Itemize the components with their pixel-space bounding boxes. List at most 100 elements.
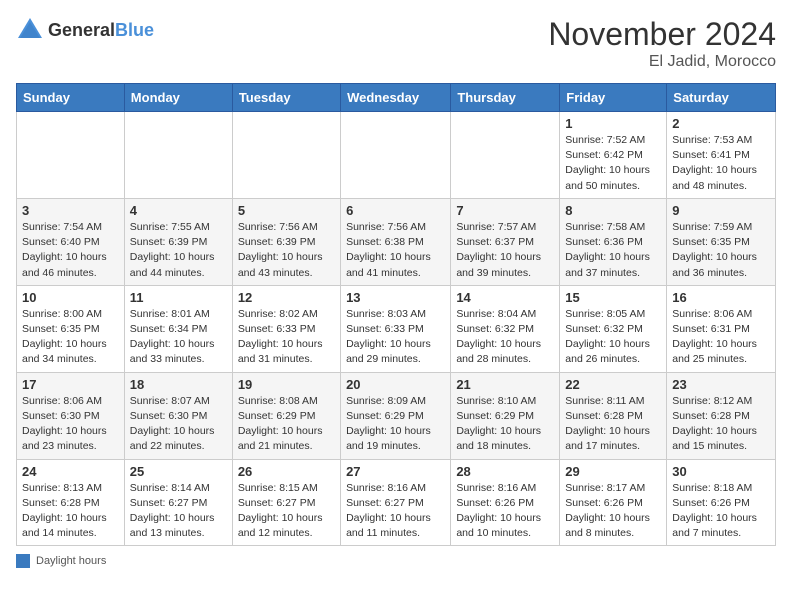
- calendar-header: SundayMondayTuesdayWednesdayThursdayFrid…: [17, 84, 776, 112]
- calendar-cell: 21 Sunrise: 8:10 AM Sunset: 6:29 PM Dayli…: [451, 372, 560, 459]
- logo-blue: Blue: [115, 20, 154, 40]
- header-day-monday: Monday: [124, 84, 232, 112]
- day-number: 12: [238, 290, 335, 305]
- day-number: 26: [238, 464, 335, 479]
- day-number: 20: [346, 377, 445, 392]
- calendar-cell: 9 Sunrise: 7:59 AM Sunset: 6:35 PM Daylig…: [667, 198, 776, 285]
- legend-label: Daylight hours: [36, 555, 106, 567]
- day-number: 4: [130, 203, 227, 218]
- calendar-cell: 6Sunrise: 7:56 AM Sunset: 6:38 PM Daylig…: [341, 198, 451, 285]
- day-number: 19: [238, 377, 335, 392]
- header-day-friday: Friday: [560, 84, 667, 112]
- day-number: 24: [22, 464, 119, 479]
- day-number: 3: [22, 203, 119, 218]
- day-info: Sunrise: 7:58 AM Sunset: 6:36 PM Dayligh…: [565, 220, 661, 281]
- calendar-cell: 11 Sunrise: 8:01 AM Sunset: 6:34 PM Dayli…: [124, 285, 232, 372]
- day-info: Sunrise: 8:08 AM Sunset: 6:29 PM Dayligh…: [238, 394, 335, 455]
- day-number: 5: [238, 203, 335, 218]
- day-info: Sunrise: 8:07 AM Sunset: 6:30 PM Dayligh…: [130, 394, 227, 455]
- day-info: Sunrise: 8:18 AM Sunset: 6:26 PM Dayligh…: [672, 481, 770, 542]
- calendar-cell: 23 Sunrise: 8:12 AM Sunset: 6:28 PM Dayli…: [667, 372, 776, 459]
- calendar-cell: [341, 112, 451, 199]
- header-day-saturday: Saturday: [667, 84, 776, 112]
- calendar-cell: [451, 112, 560, 199]
- header-day-tuesday: Tuesday: [232, 84, 340, 112]
- day-info: Sunrise: 8:13 AM Sunset: 6:28 PM Dayligh…: [22, 481, 119, 542]
- day-number: 28: [456, 464, 554, 479]
- week-row-5: 24 Sunrise: 8:13 AM Sunset: 6:28 PM Dayli…: [17, 459, 776, 546]
- calendar-cell: 30 Sunrise: 8:18 AM Sunset: 6:26 PM Dayli…: [667, 459, 776, 546]
- day-number: 30: [672, 464, 770, 479]
- day-number: 11: [130, 290, 227, 305]
- day-info: Sunrise: 8:01 AM Sunset: 6:34 PM Dayligh…: [130, 307, 227, 368]
- day-info: Sunrise: 8:02 AM Sunset: 6:33 PM Dayligh…: [238, 307, 335, 368]
- calendar-body: 1Sunrise: 7:52 AM Sunset: 6:42 PM Daylig…: [17, 112, 776, 546]
- day-number: 9: [672, 203, 770, 218]
- calendar-cell: [17, 112, 125, 199]
- day-number: 21: [456, 377, 554, 392]
- calendar-cell: 29Sunrise: 8:17 AM Sunset: 6:26 PM Dayli…: [560, 459, 667, 546]
- calendar-cell: 20 Sunrise: 8:09 AM Sunset: 6:29 PM Dayli…: [341, 372, 451, 459]
- calendar-cell: 22 Sunrise: 8:11 AM Sunset: 6:28 PM Dayli…: [560, 372, 667, 459]
- calendar-cell: 25 Sunrise: 8:14 AM Sunset: 6:27 PM Dayli…: [124, 459, 232, 546]
- week-row-3: 10Sunrise: 8:00 AM Sunset: 6:35 PM Dayli…: [17, 285, 776, 372]
- calendar-cell: 10Sunrise: 8:00 AM Sunset: 6:35 PM Dayli…: [17, 285, 125, 372]
- day-info: Sunrise: 8:16 AM Sunset: 6:26 PM Dayligh…: [456, 481, 554, 542]
- day-info: Sunrise: 8:15 AM Sunset: 6:27 PM Dayligh…: [238, 481, 335, 542]
- day-number: 22: [565, 377, 661, 392]
- day-number: 2: [672, 116, 770, 131]
- header-day-wednesday: Wednesday: [341, 84, 451, 112]
- day-info: Sunrise: 8:05 AM Sunset: 6:32 PM Dayligh…: [565, 307, 661, 368]
- calendar-cell: [124, 112, 232, 199]
- day-number: 17: [22, 377, 119, 392]
- legend-box: [16, 554, 30, 568]
- week-row-2: 3Sunrise: 7:54 AM Sunset: 6:40 PM Daylig…: [17, 198, 776, 285]
- week-row-4: 17 Sunrise: 8:06 AM Sunset: 6:30 PM Dayli…: [17, 372, 776, 459]
- calendar-cell: 13Sunrise: 8:03 AM Sunset: 6:33 PM Dayli…: [341, 285, 451, 372]
- day-info: Sunrise: 8:16 AM Sunset: 6:27 PM Dayligh…: [346, 481, 445, 542]
- calendar-cell: 5 Sunrise: 7:56 AM Sunset: 6:39 PM Daylig…: [232, 198, 340, 285]
- day-info: Sunrise: 8:11 AM Sunset: 6:28 PM Dayligh…: [565, 394, 661, 455]
- day-info: Sunrise: 8:10 AM Sunset: 6:29 PM Dayligh…: [456, 394, 554, 455]
- calendar-cell: 17 Sunrise: 8:06 AM Sunset: 6:30 PM Dayli…: [17, 372, 125, 459]
- day-number: 18: [130, 377, 227, 392]
- calendar-cell: 27Sunrise: 8:16 AM Sunset: 6:27 PM Dayli…: [341, 459, 451, 546]
- day-number: 15: [565, 290, 661, 305]
- day-info: Sunrise: 7:55 AM Sunset: 6:39 PM Dayligh…: [130, 220, 227, 281]
- page-header: GeneralBlue November 2024 El Jadid, Moro…: [16, 16, 776, 71]
- day-info: Sunrise: 8:04 AM Sunset: 6:32 PM Dayligh…: [456, 307, 554, 368]
- calendar-cell: 28 Sunrise: 8:16 AM Sunset: 6:26 PM Dayli…: [451, 459, 560, 546]
- day-number: 23: [672, 377, 770, 392]
- day-info: Sunrise: 8:06 AM Sunset: 6:30 PM Dayligh…: [22, 394, 119, 455]
- logo-icon: [16, 16, 44, 44]
- day-info: Sunrise: 7:52 AM Sunset: 6:42 PM Dayligh…: [565, 133, 661, 194]
- calendar-cell: 15 Sunrise: 8:05 AM Sunset: 6:32 PM Dayli…: [560, 285, 667, 372]
- day-number: 29: [565, 464, 661, 479]
- calendar-cell: 3Sunrise: 7:54 AM Sunset: 6:40 PM Daylig…: [17, 198, 125, 285]
- day-number: 16: [672, 290, 770, 305]
- day-info: Sunrise: 8:12 AM Sunset: 6:28 PM Dayligh…: [672, 394, 770, 455]
- header-day-sunday: Sunday: [17, 84, 125, 112]
- day-info: Sunrise: 8:00 AM Sunset: 6:35 PM Dayligh…: [22, 307, 119, 368]
- calendar-cell: 7Sunrise: 7:57 AM Sunset: 6:37 PM Daylig…: [451, 198, 560, 285]
- day-info: Sunrise: 7:53 AM Sunset: 6:41 PM Dayligh…: [672, 133, 770, 194]
- day-number: 25: [130, 464, 227, 479]
- day-number: 7: [456, 203, 554, 218]
- day-info: Sunrise: 8:06 AM Sunset: 6:31 PM Dayligh…: [672, 307, 770, 368]
- day-info: Sunrise: 8:09 AM Sunset: 6:29 PM Dayligh…: [346, 394, 445, 455]
- legend: Daylight hours: [16, 554, 776, 568]
- day-info: Sunrise: 7:56 AM Sunset: 6:39 PM Dayligh…: [238, 220, 335, 281]
- calendar-cell: 18 Sunrise: 8:07 AM Sunset: 6:30 PM Dayli…: [124, 372, 232, 459]
- location-title: El Jadid, Morocco: [548, 53, 776, 71]
- header-row: SundayMondayTuesdayWednesdayThursdayFrid…: [17, 84, 776, 112]
- logo-general: General: [48, 20, 115, 40]
- day-info: Sunrise: 7:56 AM Sunset: 6:38 PM Dayligh…: [346, 220, 445, 281]
- day-info: Sunrise: 7:59 AM Sunset: 6:35 PM Dayligh…: [672, 220, 770, 281]
- calendar-cell: 19 Sunrise: 8:08 AM Sunset: 6:29 PM Dayli…: [232, 372, 340, 459]
- day-info: Sunrise: 8:14 AM Sunset: 6:27 PM Dayligh…: [130, 481, 227, 542]
- month-title: November 2024: [548, 16, 776, 53]
- calendar-cell: 26 Sunrise: 8:15 AM Sunset: 6:27 PM Dayli…: [232, 459, 340, 546]
- calendar-cell: [232, 112, 340, 199]
- calendar-cell: 12 Sunrise: 8:02 AM Sunset: 6:33 PM Dayli…: [232, 285, 340, 372]
- logo: GeneralBlue: [16, 16, 154, 44]
